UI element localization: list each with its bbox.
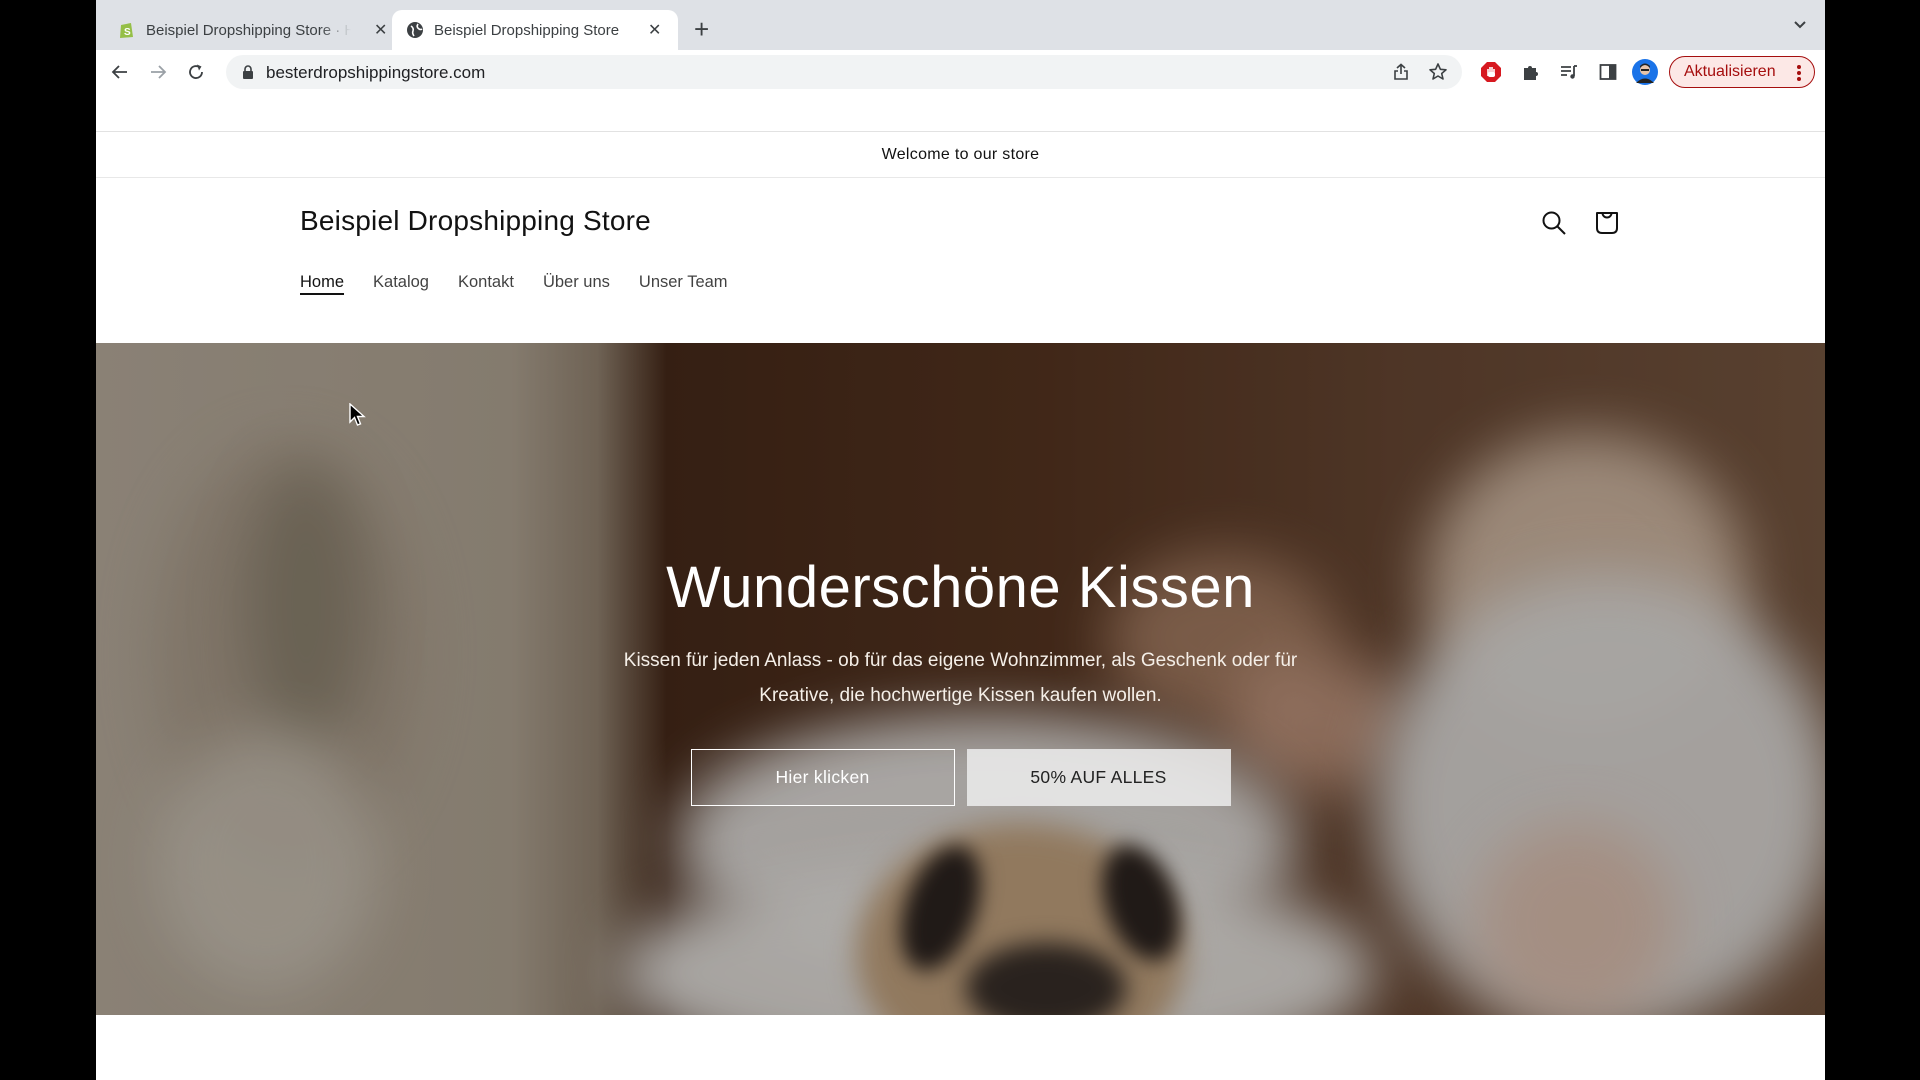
reload-button[interactable] xyxy=(184,60,208,84)
hero-banner: Wunderschöne Kissen Kissen für jeden Anl… xyxy=(96,343,1825,1015)
store-header: Beispiel Dropshipping Store Home Katalog… xyxy=(96,179,1825,343)
forward-button[interactable] xyxy=(146,60,170,84)
close-tab-icon[interactable]: ✕ xyxy=(648,20,661,40)
tab-title: Beispiel Dropshipping Store xyxy=(434,21,620,39)
back-button[interactable] xyxy=(108,60,132,84)
page-top-spacer xyxy=(96,94,1825,132)
reload-icon xyxy=(189,64,203,79)
hero-description: Kissen für jeden Anlass - ob für das eig… xyxy=(623,649,1298,706)
lock-icon xyxy=(242,65,254,84)
tab-strip: S Beispiel Dropshipping Store · Home · S… xyxy=(96,0,1825,50)
hero-buttons: Hier klicken 50% AUF ALLES xyxy=(96,749,1825,806)
browser-window: S Beispiel Dropshipping Store · Home · S… xyxy=(96,0,1825,1080)
profile-avatar[interactable] xyxy=(1632,59,1658,85)
nav-katalog[interactable]: Katalog xyxy=(373,273,429,296)
new-tab-button[interactable]: + xyxy=(694,14,709,44)
screen-border-right xyxy=(1825,0,1920,1080)
search-icon[interactable] xyxy=(1540,209,1568,237)
cart-icon[interactable] xyxy=(1592,207,1622,237)
bookmark-star-icon[interactable] xyxy=(1428,62,1448,87)
screen-border-left xyxy=(0,0,96,1080)
update-label: Aktualisieren xyxy=(1684,63,1776,80)
announcement-bar: Welcome to our store xyxy=(96,133,1825,178)
tab-store[interactable]: Beispiel Dropshipping Store ✕ xyxy=(392,10,678,50)
mouse-cursor-icon xyxy=(349,403,366,426)
announcement-text: Welcome to our store xyxy=(881,146,1040,163)
next-section xyxy=(96,1015,1825,1080)
hero-title: Wunderschöne Kissen xyxy=(666,555,1255,620)
store-logo-title[interactable]: Beispiel Dropshipping Store xyxy=(300,205,651,237)
more-vertical-icon[interactable] xyxy=(1796,63,1802,88)
browser-toolbar: besterdropshippingstore.com Aktualisiere… xyxy=(96,50,1825,94)
adblock-extension-icon[interactable] xyxy=(1480,61,1502,83)
url-text[interactable]: besterdropshippingstore.com xyxy=(266,63,485,83)
section-heading-cropped xyxy=(96,1065,1825,1080)
nav-unser-team[interactable]: Unser Team xyxy=(639,273,728,296)
web-page: Welcome to our store Beispiel Dropshippi… xyxy=(96,94,1825,1080)
nav-kontakt[interactable]: Kontakt xyxy=(458,273,514,296)
shopify-icon: S xyxy=(118,21,136,39)
side-panel-icon[interactable] xyxy=(1597,61,1619,83)
main-navigation: Home Katalog Kontakt Über uns Unser Team xyxy=(300,273,728,296)
chevron-down-icon[interactable] xyxy=(1793,18,1807,32)
nav-ueber-uns[interactable]: Über uns xyxy=(543,273,610,296)
media-playlist-icon[interactable] xyxy=(1558,61,1580,83)
close-tab-icon[interactable]: ✕ xyxy=(374,20,387,40)
arrow-right-icon xyxy=(151,65,167,79)
sale-button[interactable]: 50% AUF ALLES xyxy=(966,749,1231,806)
svg-text:S: S xyxy=(124,27,131,38)
update-chrome-button[interactable]: Aktualisieren xyxy=(1669,56,1815,88)
extensions-puzzle-icon[interactable] xyxy=(1520,61,1542,83)
share-icon[interactable] xyxy=(1392,63,1410,86)
arrow-left-icon xyxy=(111,65,127,79)
tab-title: Beispiel Dropshipping Store · Home · Sho… xyxy=(146,21,351,39)
tab-shopify-admin[interactable]: S Beispiel Dropshipping Store · Home · S… xyxy=(118,10,387,50)
globe-icon xyxy=(406,21,424,39)
hier-klicken-button[interactable]: Hier klicken xyxy=(690,749,955,806)
address-bar[interactable]: besterdropshippingstore.com xyxy=(226,55,1462,89)
nav-home[interactable]: Home xyxy=(300,273,344,296)
hero-content: Wunderschöne Kissen Kissen für jeden Anl… xyxy=(96,553,1825,713)
